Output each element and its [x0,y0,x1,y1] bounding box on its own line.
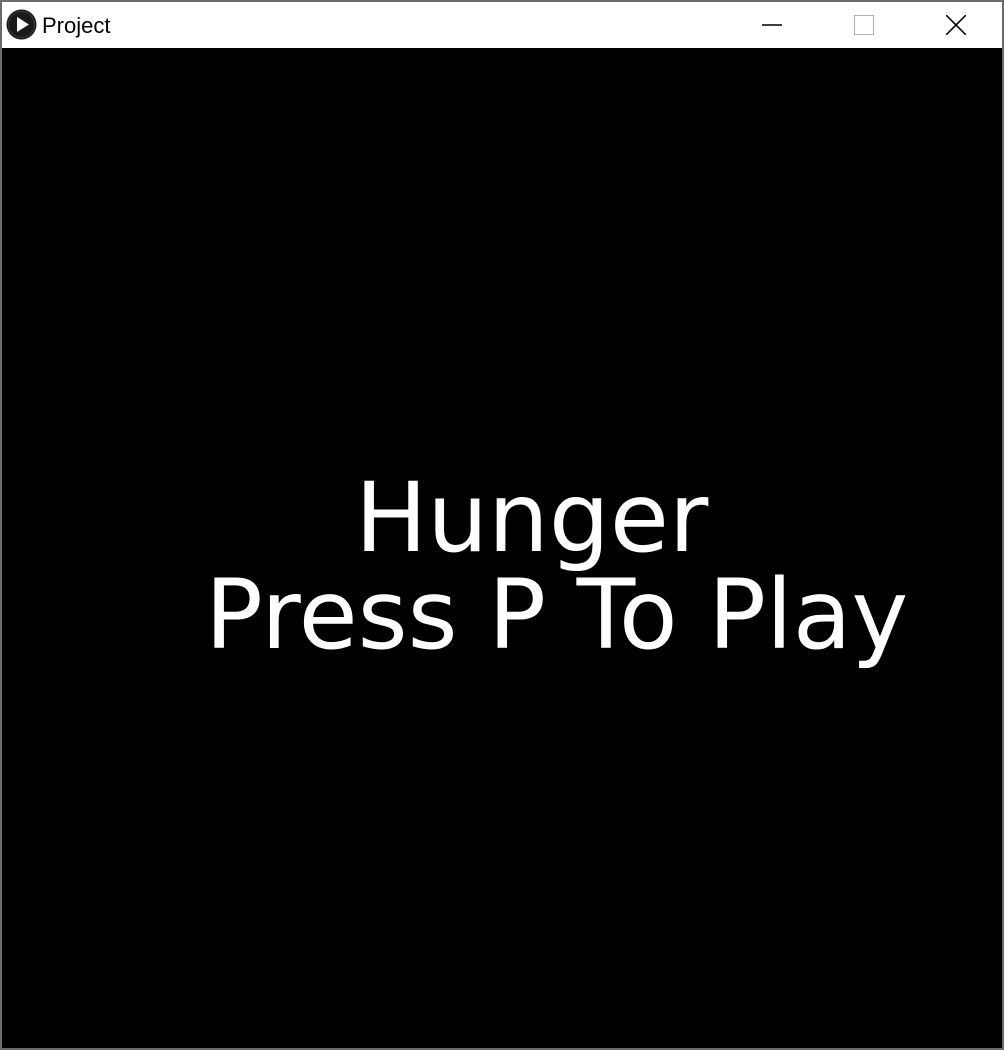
window-title: Project [42,13,111,38]
close-button[interactable] [910,2,1002,48]
game-canvas[interactable]: Hunger Press P To Play [2,48,1002,1048]
play-circle-icon[interactable] [6,9,37,40]
maximize-button[interactable] [818,2,910,48]
close-icon [946,15,966,35]
maximize-icon [854,15,874,35]
play-prompt: Press P To Play [205,559,909,671]
app-window: Project Hunger Press P To Play [0,0,1004,1050]
minimize-icon [762,15,782,35]
minimize-button[interactable] [726,2,818,48]
game-title: Hunger [355,462,709,574]
title-bar[interactable]: Project [2,2,1002,48]
